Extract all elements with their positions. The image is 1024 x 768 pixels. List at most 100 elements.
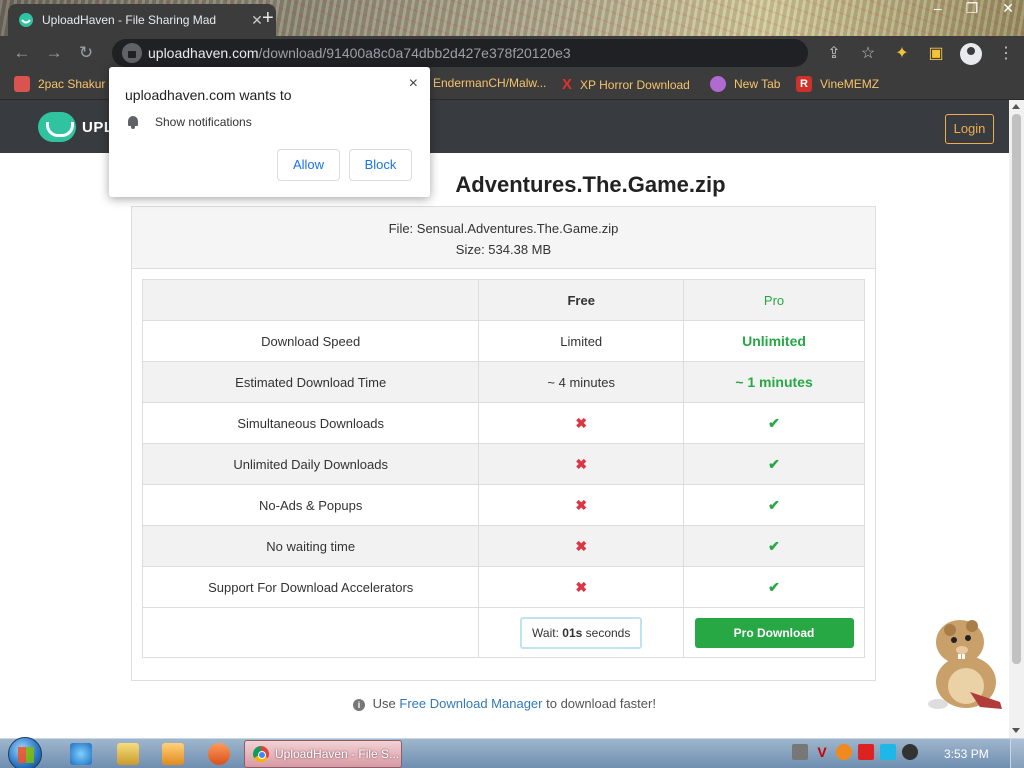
window-controls: – ❐ ✕ <box>934 0 1014 16</box>
side-panel-icon[interactable]: ▣ <box>926 44 946 64</box>
bookmark-item[interactable]: R VineMEMZ <box>796 76 879 92</box>
table-row: Support For Download Accelerators ✖ ✔ <box>141 566 865 608</box>
feature-cell: Support For Download Accelerators <box>141 566 480 608</box>
bell-icon <box>127 115 139 129</box>
volume-icon[interactable] <box>902 744 918 760</box>
scroll-down-arrow-icon[interactable] <box>1012 728 1020 733</box>
file-explorer-icon[interactable] <box>117 743 139 765</box>
popup-close-icon[interactable]: × <box>409 75 418 93</box>
address-bar[interactable]: uploadhaven.com/download/91400a8c0a74dbb… <box>112 39 808 67</box>
bookmark-label: EndermanCH/Malw... <box>433 76 547 90</box>
pro-header: Pro <box>683 279 865 321</box>
menu-kebab-icon[interactable]: ⋮ <box>996 44 1016 64</box>
back-arrow-icon[interactable]: ← <box>6 43 38 63</box>
window-close-icon[interactable]: ✕ <box>1002 0 1014 16</box>
bookmark-label: New Tab <box>734 77 781 91</box>
file-info: File: Sensual.Adventures.The.Game.zip Si… <box>132 207 875 269</box>
pro-download-button[interactable]: Pro Download <box>694 617 854 648</box>
allow-button[interactable]: Allow <box>277 149 340 181</box>
table-row: Simultaneous Downloads ✖ ✔ <box>141 402 865 444</box>
extensions-puzzle-icon[interactable]: ✦ <box>892 44 912 64</box>
media-player-icon[interactable] <box>162 743 184 765</box>
minimize-icon[interactable]: – <box>934 0 942 16</box>
file-title-text: Adventures.The.Game.zip <box>455 172 726 197</box>
scrollbar-thumb[interactable] <box>1012 114 1021 664</box>
tray-search-icon[interactable] <box>836 744 852 760</box>
display-icon[interactable] <box>880 744 896 760</box>
url-domain: uploadhaven.com <box>148 45 259 61</box>
table-row: Estimated Download Time ~ 4 minutes ~ 1 … <box>141 361 865 403</box>
chrome-icon <box>253 746 269 762</box>
file-name: File: Sensual.Adventures.The.Game.zip <box>388 221 619 236</box>
free-cell: Limited <box>478 320 685 362</box>
x-logo-icon: X <box>562 76 573 93</box>
permission-text: Show notifications <box>155 115 252 129</box>
cross-icon: ✖ <box>478 484 685 526</box>
pro-action-cell: Pro Download <box>683 607 865 658</box>
free-action-cell: Wait: 01s seconds <box>478 607 685 658</box>
system-tray: V <box>792 744 918 760</box>
feature-cell: Estimated Download Time <box>141 361 480 403</box>
bookmark-label: 2pac Shakur - <box>38 77 113 91</box>
check-icon: ✔ <box>683 525 865 567</box>
browser-tab-active[interactable]: UploadHaven - File Sharing Mad ✕ <box>8 4 276 36</box>
internet-explorer-icon[interactable] <box>70 743 92 765</box>
plan-comparison-table: Free Pro Download Speed Limited Unlimite… <box>141 279 865 658</box>
reload-icon[interactable]: ↻ <box>70 43 102 63</box>
cross-icon: ✖ <box>478 443 685 485</box>
feature-cell: No waiting time <box>141 525 480 567</box>
free-download-manager-link[interactable]: Free Download Manager <box>399 696 542 711</box>
bookmark-star-icon[interactable]: ☆ <box>858 44 878 64</box>
cross-icon: ✖ <box>478 566 685 608</box>
free-download-wait-button[interactable]: Wait: 01s seconds <box>520 616 643 649</box>
bookmark-item[interactable]: X XP Horror Download <box>562 76 690 93</box>
restore-icon[interactable]: ❐ <box>966 0 979 16</box>
empty-cell <box>141 607 480 658</box>
taskbar-clock[interactable]: 3:53 PM <box>944 747 989 761</box>
show-desktop-button[interactable] <box>1010 739 1024 768</box>
vine-r-icon: R <box>796 76 812 92</box>
table-row: Download Speed Limited Unlimited <box>141 320 865 362</box>
feature-cell: Download Speed <box>141 320 480 362</box>
bookmark-label: VineMEMZ <box>820 77 880 91</box>
bookmark-item[interactable]: New Tab <box>710 76 780 92</box>
wait-suffix: seconds <box>585 625 631 640</box>
feature-cell: Simultaneous Downloads <box>141 402 480 444</box>
scroll-up-arrow-icon[interactable] <box>1012 104 1020 109</box>
tray-v-icon[interactable]: V <box>814 744 830 760</box>
pro-cell: Unlimited <box>683 320 865 362</box>
hamster-desktop-pet[interactable] <box>920 612 1012 712</box>
toolbar-right-icons: ⇪ ☆ ✦ ▣ ⋮ <box>824 43 1016 65</box>
login-button[interactable]: Login <box>945 114 994 144</box>
pinned-app-icon[interactable] <box>208 743 230 765</box>
block-button[interactable]: Block <box>349 149 412 181</box>
popup-title: uploadhaven.com wants to <box>125 87 292 103</box>
action-center-flag-icon[interactable] <box>858 744 874 760</box>
notification-permission-popup: uploadhaven.com wants to × Show notifica… <box>109 67 430 197</box>
newtab-favicon-icon <box>710 76 726 92</box>
cross-icon: ✖ <box>478 525 685 567</box>
table-row: Unlimited Daily Downloads ✖ ✔ <box>141 443 865 485</box>
bookmark-item[interactable]: 2pac Shakur - <box>14 76 113 92</box>
new-tab-button[interactable]: + <box>262 7 274 30</box>
bookmark-favicon-icon <box>14 76 30 92</box>
forward-arrow-icon[interactable]: → <box>38 43 70 63</box>
browser-toolbar: ← → ↻ uploadhaven.com/download/91400a8c0… <box>0 36 1024 70</box>
start-button[interactable] <box>8 737 42 768</box>
lock-icon[interactable] <box>122 43 142 63</box>
cross-icon: ✖ <box>478 402 685 444</box>
table-row: No waiting time ✖ ✔ <box>141 525 865 567</box>
profile-avatar-icon[interactable] <box>960 43 982 65</box>
share-icon[interactable]: ⇪ <box>824 44 844 64</box>
bookmark-label: XP Horror Download <box>580 77 690 92</box>
wait-prefix: Wait: <box>532 625 559 640</box>
bookmark-item[interactable]: EndermanCH/Malw... <box>433 76 546 90</box>
free-cell: ~ 4 minutes <box>478 361 685 403</box>
table-header-row: Free Pro <box>141 279 865 321</box>
table-row-actions: Wait: 01s seconds Pro Download <box>141 607 865 658</box>
taskbar-chrome-window[interactable]: UploadHaven - File S... <box>244 740 402 768</box>
site-logo[interactable]: UPL <box>38 112 114 142</box>
file-card: File: Sensual.Adventures.The.Game.zip Si… <box>131 206 876 681</box>
tray-app-icon[interactable] <box>792 744 808 760</box>
download-manager-note: i Use Free Download Manager to download … <box>0 696 1009 711</box>
